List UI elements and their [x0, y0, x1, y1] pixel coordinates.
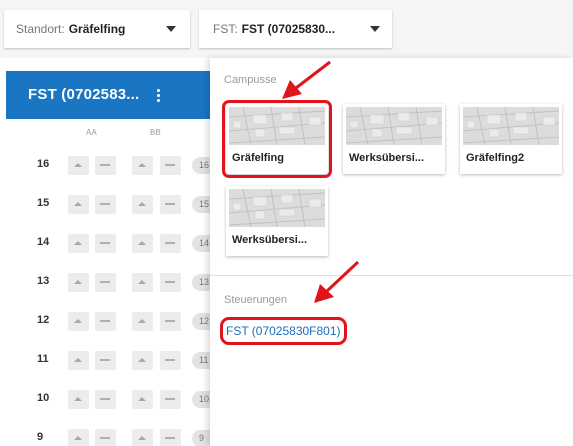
standort-dropdown[interactable]: Standort: Gräfelfing	[4, 10, 190, 48]
grid-row: 13 13	[0, 273, 222, 293]
campus-name: Gräfelfing2	[466, 152, 525, 164]
bb-up-button[interactable]	[132, 156, 153, 175]
caret-down-icon	[370, 26, 380, 32]
fst-label: FST:	[213, 22, 238, 36]
aa-up-button[interactable]	[68, 390, 89, 409]
grid-row: 11 11	[0, 351, 222, 371]
aa-down-button[interactable]	[95, 156, 116, 175]
aa-down-button[interactable]	[95, 312, 116, 331]
aa-up-button[interactable]	[68, 156, 89, 175]
grid-row: 10 10	[0, 390, 222, 410]
row-number: 12	[37, 314, 50, 326]
campus-map-thumbnail	[229, 107, 325, 145]
aa-down-button[interactable]	[95, 273, 116, 292]
bb-up-button[interactable]	[132, 234, 153, 253]
caret-down-icon	[166, 26, 176, 32]
bb-down-button[interactable]	[160, 390, 181, 409]
campus-card[interactable]: Werksübersi...	[343, 104, 445, 174]
row-number: 10	[37, 392, 50, 404]
aa-up-button[interactable]	[68, 234, 89, 253]
aa-up-button[interactable]	[68, 351, 89, 370]
campus-map-thumbnail	[346, 107, 442, 145]
bb-up-button[interactable]	[132, 351, 153, 370]
aa-up-button[interactable]	[68, 312, 89, 331]
grid-row: 12 12	[0, 312, 222, 332]
column-label-bb: BB	[150, 128, 161, 137]
fst-dropdown-panel: Campusse Gräfelfing Werksübersi... Gräfelf…	[210, 58, 573, 446]
bb-down-button[interactable]	[160, 156, 181, 175]
bb-down-button[interactable]	[160, 273, 181, 292]
grid-row: 14 14	[0, 234, 222, 254]
top-bar: Standort: Gräfelfing FST: FST (07025830.…	[0, 0, 573, 58]
campus-name: Werksübersi...	[232, 234, 307, 246]
bb-down-button[interactable]	[160, 234, 181, 253]
steuerungen-heading: Steuerungen	[224, 294, 287, 306]
grid-row: 16 16	[0, 156, 222, 176]
fst-dropdown[interactable]: FST: FST (07025830...	[199, 10, 392, 48]
control-link-fst[interactable]: FST (07025830F801)	[220, 317, 347, 345]
row-number: 14	[37, 236, 50, 248]
aa-up-button[interactable]	[68, 273, 89, 292]
row-number: 16	[37, 158, 50, 170]
column-label-aa: AA	[86, 128, 97, 137]
bb-up-button[interactable]	[132, 195, 153, 214]
bb-up-button[interactable]	[132, 390, 153, 409]
row-number: 9	[37, 431, 44, 443]
grid-row: 99	[0, 429, 222, 446]
bb-up-button[interactable]	[132, 312, 153, 331]
standort-label: Standort:	[16, 22, 65, 36]
app-stage: Standort: Gräfelfing FST: FST (07025830.…	[0, 0, 573, 446]
campus-map-thumbnail	[463, 107, 559, 145]
aa-down-button[interactable]	[95, 390, 116, 409]
campusse-heading: Campusse	[224, 74, 277, 86]
bb-down-button[interactable]	[160, 195, 181, 214]
campus-name: Werksübersi...	[349, 152, 424, 164]
aa-down-button[interactable]	[95, 429, 116, 446]
row-number: 11	[37, 353, 49, 365]
bb-up-button[interactable]	[132, 273, 153, 292]
campus-name: Gräfelfing	[232, 152, 284, 164]
aa-down-button[interactable]	[95, 234, 116, 253]
aa-down-button[interactable]	[95, 351, 116, 370]
bb-down-button[interactable]	[160, 312, 181, 331]
row-number: 15	[37, 197, 50, 209]
aa-up-button[interactable]	[68, 429, 89, 446]
bb-down-button[interactable]	[160, 429, 181, 446]
row-number: 13	[37, 275, 50, 287]
standort-value: Gräfelfing	[68, 22, 126, 36]
controller-header: FST (0702583...	[6, 71, 210, 119]
grid-row: 15 15	[0, 195, 222, 215]
controller-grid: FST (0702583... AA BB 16 16 15 15 14 14 13 13 12…	[0, 58, 222, 446]
aa-up-button[interactable]	[68, 195, 89, 214]
campus-card[interactable]: Gräfelfing	[222, 100, 332, 178]
campus-card[interactable]: Gräfelfing2	[460, 104, 562, 174]
bb-down-button[interactable]	[160, 351, 181, 370]
aa-down-button[interactable]	[95, 195, 116, 214]
fst-value: FST (07025830...	[241, 22, 336, 36]
bb-up-button[interactable]	[132, 429, 153, 446]
controller-title: FST (0702583...	[28, 86, 140, 103]
campus-card[interactable]: Werksübersi...	[226, 186, 328, 256]
campus-map-thumbnail	[229, 189, 325, 227]
kebab-menu-icon[interactable]	[157, 89, 160, 102]
divider	[210, 275, 573, 276]
